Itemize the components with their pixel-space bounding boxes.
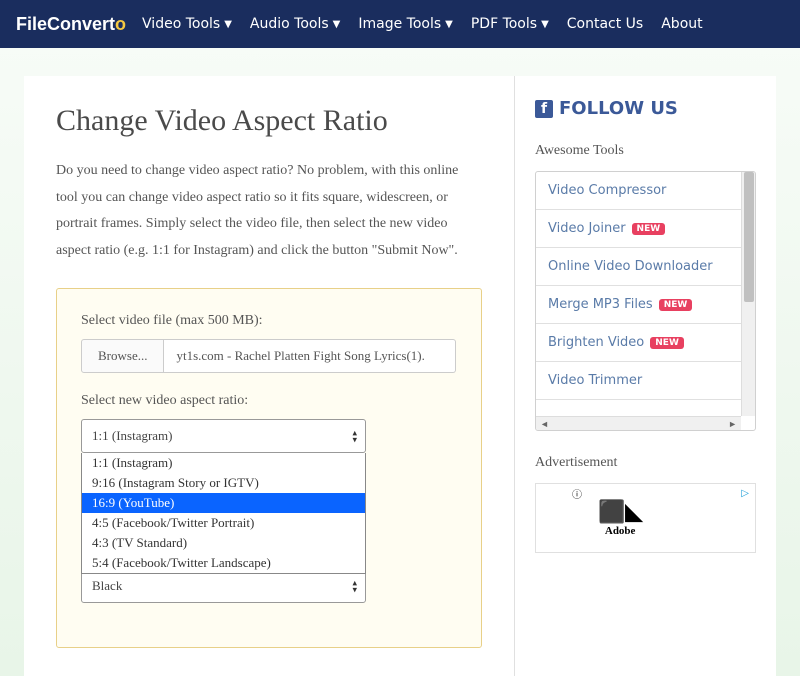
new-badge: NEW bbox=[650, 337, 684, 349]
navbar: FileConverto Video Tools▼ Audio Tools▼ I… bbox=[0, 0, 800, 48]
page-description: Do you need to change video aspect ratio… bbox=[56, 158, 482, 264]
follow-us-link[interactable]: f FOLLOW US bbox=[535, 98, 756, 119]
chevron-down-icon: ▼ bbox=[224, 19, 232, 30]
aspect-ratio-select[interactable]: 1:1 (Instagram) ▴▾ 1:1 (Instagram) 9:16 … bbox=[81, 419, 366, 453]
facebook-icon: f bbox=[535, 100, 553, 118]
adobe-logo: ⬛◣ Adobe bbox=[598, 499, 642, 537]
ad-section-title: Advertisement bbox=[535, 455, 756, 471]
nav-items: Video Tools▼ Audio Tools▼ Image Tools▼ P… bbox=[142, 16, 703, 32]
conversion-form: Select video file (max 500 MB): Browse..… bbox=[56, 288, 482, 648]
tools-list: Video Compressor Video JoinerNEW Online … bbox=[535, 171, 756, 431]
tool-video-trimmer[interactable]: Video Trimmer bbox=[536, 362, 741, 400]
ratio-option-4-3[interactable]: 4:3 (TV Standard) bbox=[82, 533, 365, 553]
pad-color-select[interactable]: Black ▴▾ bbox=[81, 569, 366, 603]
aspect-ratio-dropdown: 1:1 (Instagram) 9:16 (Instagram Story or… bbox=[81, 453, 366, 574]
page-title: Change Video Aspect Ratio bbox=[56, 104, 482, 138]
ratio-option-5-4[interactable]: 5:4 (Facebook/Twitter Landscape) bbox=[82, 553, 365, 573]
tool-brighten-video[interactable]: Brighten VideoNEW bbox=[536, 324, 741, 362]
chevron-down-icon: ▼ bbox=[541, 19, 549, 30]
ratio-option-1-1[interactable]: 1:1 (Instagram) bbox=[82, 453, 365, 473]
file-label: Select video file (max 500 MB): bbox=[81, 313, 457, 329]
chevron-down-icon: ▼ bbox=[445, 19, 453, 30]
main-column: Change Video Aspect Ratio Do you need to… bbox=[24, 76, 514, 676]
advertisement-section: Advertisement ⓘ ▷ ⬛◣ Adobe bbox=[535, 455, 756, 553]
tool-video-compressor[interactable]: Video Compressor bbox=[536, 172, 741, 210]
sidebar: f FOLLOW US Awesome Tools Video Compress… bbox=[514, 76, 776, 676]
scroll-right-icon: ► bbox=[728, 419, 737, 429]
new-badge: NEW bbox=[659, 299, 693, 311]
select-spinner-icon: ▴▾ bbox=[352, 430, 357, 443]
file-name-display: yt1s.com - Rachel Platten Fight Song Lyr… bbox=[164, 339, 456, 373]
advertisement[interactable]: ⓘ ▷ ⬛◣ Adobe bbox=[535, 483, 756, 553]
content: Change Video Aspect Ratio Do you need to… bbox=[0, 48, 800, 676]
nav-audio-tools[interactable]: Audio Tools▼ bbox=[250, 16, 340, 32]
ratio-option-4-5[interactable]: 4:5 (Facebook/Twitter Portrait) bbox=[82, 513, 365, 533]
tool-merge-mp3[interactable]: Merge MP3 FilesNEW bbox=[536, 286, 741, 324]
ad-choices-icon: ▷ bbox=[741, 488, 749, 499]
aspect-ratio-button[interactable]: 1:1 (Instagram) ▴▾ bbox=[81, 419, 366, 453]
ratio-option-9-16[interactable]: 9:16 (Instagram Story or IGTV) bbox=[82, 473, 365, 493]
scrollbar-thumb[interactable] bbox=[744, 172, 754, 302]
logo[interactable]: FileConverto bbox=[16, 14, 126, 35]
nav-image-tools[interactable]: Image Tools▼ bbox=[358, 16, 453, 32]
horizontal-scrollbar[interactable]: ◄ ► bbox=[536, 416, 741, 430]
select-spinner-icon: ▴▾ bbox=[352, 580, 357, 593]
nav-about[interactable]: About bbox=[661, 16, 702, 32]
tools-section-title: Awesome Tools bbox=[535, 143, 756, 159]
tool-video-joiner[interactable]: Video JoinerNEW bbox=[536, 210, 741, 248]
vertical-scrollbar[interactable] bbox=[741, 172, 755, 416]
tool-online-video-downloader[interactable]: Online Video Downloader bbox=[536, 248, 741, 286]
chevron-down-icon: ▼ bbox=[333, 19, 341, 30]
scroll-left-icon: ◄ bbox=[540, 419, 549, 429]
file-input-row: Browse... yt1s.com - Rachel Platten Figh… bbox=[81, 339, 456, 373]
ratio-label: Select new video aspect ratio: bbox=[81, 393, 457, 409]
browse-button[interactable]: Browse... bbox=[81, 339, 164, 373]
pad-color-button[interactable]: Black ▴▾ bbox=[81, 569, 366, 603]
ratio-option-16-9[interactable]: 16:9 (YouTube) bbox=[82, 493, 365, 513]
nav-contact-us[interactable]: Contact Us bbox=[567, 16, 643, 32]
nav-pdf-tools[interactable]: PDF Tools▼ bbox=[471, 16, 549, 32]
nav-video-tools[interactable]: Video Tools▼ bbox=[142, 16, 232, 32]
new-badge: NEW bbox=[632, 223, 666, 235]
ad-info-icon: ⓘ bbox=[572, 486, 582, 501]
